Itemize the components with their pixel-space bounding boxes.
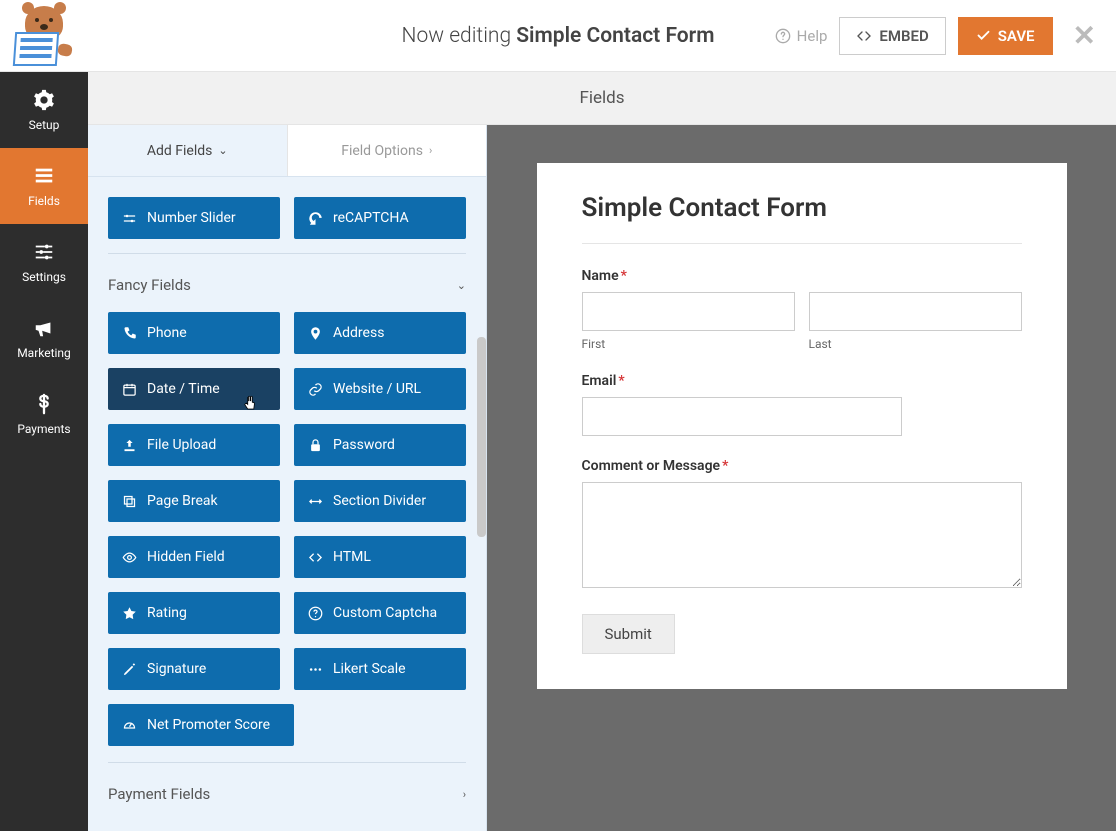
editing-label: Now editing Simple Contact Form [402, 24, 715, 48]
chevron-down-icon: ⌄ [457, 279, 466, 292]
field-recaptcha[interactable]: reCAPTCHA [294, 197, 466, 239]
phone-icon [122, 326, 137, 341]
sliders-icon [33, 241, 55, 263]
divider [582, 243, 1022, 244]
sliders-icon [122, 211, 137, 226]
field-likert-scale[interactable]: Likert Scale [294, 648, 466, 690]
fancy-fields-heading[interactable]: Fancy Fields⌄ [108, 253, 466, 312]
email-field[interactable]: Email* [582, 373, 1022, 436]
last-sublabel: Last [809, 337, 1022, 351]
field-date-time[interactable]: Date / Time [108, 368, 280, 410]
dollar-icon [33, 393, 55, 415]
calendar-icon [122, 382, 137, 397]
field-rating[interactable]: Rating [108, 592, 280, 634]
fields-panel: Add Fields⌄ Field Options› Number Slider… [88, 125, 487, 831]
form-title: Simple Contact Form [582, 193, 1022, 223]
first-sublabel: First [582, 337, 795, 351]
chevron-down-icon: ⌄ [218, 144, 227, 157]
nav-settings[interactable]: Settings [0, 224, 88, 300]
save-button[interactable]: SAVE [958, 17, 1053, 55]
field-signature[interactable]: Signature [108, 648, 280, 690]
chevron-right-icon: › [463, 788, 466, 801]
payment-fields-heading[interactable]: Payment Fields› [108, 762, 466, 821]
help-icon [775, 28, 791, 44]
field-website-url[interactable]: Website / URL [294, 368, 466, 410]
tab-field-options[interactable]: Field Options› [287, 125, 487, 176]
last-name-input[interactable] [809, 292, 1022, 331]
upload-icon [122, 438, 137, 453]
tachometer-icon [122, 718, 137, 733]
form-preview[interactable]: Simple Contact Form Name* First Last [537, 163, 1067, 689]
field-address[interactable]: Address [294, 312, 466, 354]
code-icon [308, 550, 323, 565]
pencil-icon [122, 662, 137, 677]
field-file-upload[interactable]: File Upload [108, 424, 280, 466]
comment-textarea[interactable] [582, 482, 1022, 588]
field-section-divider[interactable]: Section Divider [294, 480, 466, 522]
embed-button[interactable]: EMBED [839, 17, 945, 55]
recaptcha-icon [308, 211, 323, 226]
close-icon[interactable]: ✕ [1073, 19, 1096, 52]
bullhorn-icon [33, 317, 55, 339]
tab-add-fields[interactable]: Add Fields⌄ [88, 125, 287, 176]
email-label: Email* [582, 373, 1022, 389]
section-header: Fields [88, 72, 1116, 125]
top-bar: Now editing Simple Contact Form Help EMB… [0, 0, 1116, 72]
field-page-break[interactable]: Page Break [108, 480, 280, 522]
list-icon [33, 165, 55, 187]
field-phone[interactable]: Phone [108, 312, 280, 354]
comment-label: Comment or Message* [582, 458, 1022, 474]
field-html[interactable]: HTML [294, 536, 466, 578]
field-nps[interactable]: Net Promoter Score [108, 704, 294, 746]
pin-icon [308, 326, 323, 341]
arrows-h-icon [308, 494, 323, 509]
ellipsis-icon [308, 662, 323, 677]
wpforms-logo [10, 6, 78, 66]
name-label: Name* [582, 268, 1022, 284]
help-link[interactable]: Help [775, 27, 828, 45]
preview-area: Simple Contact Form Name* First Last [487, 125, 1116, 831]
field-password[interactable]: Password [294, 424, 466, 466]
nav-payments[interactable]: Payments [0, 376, 88, 452]
code-icon [856, 28, 872, 44]
name-field[interactable]: Name* First Last [582, 268, 1022, 351]
email-input[interactable] [582, 397, 902, 436]
check-icon [976, 28, 991, 43]
chevron-right-icon: › [429, 144, 432, 157]
first-name-input[interactable] [582, 292, 795, 331]
nav-marketing[interactable]: Marketing [0, 300, 88, 376]
gear-icon [33, 89, 55, 111]
question-icon [308, 606, 323, 621]
star-icon [122, 606, 137, 621]
nav-fields[interactable]: Fields [0, 148, 88, 224]
copy-icon [122, 494, 137, 509]
left-nav: Setup Fields Settings Marketing Payments [0, 72, 88, 831]
field-custom-captcha[interactable]: Custom Captcha [294, 592, 466, 634]
comment-field[interactable]: Comment or Message* [582, 458, 1022, 592]
field-hidden[interactable]: Hidden Field [108, 536, 280, 578]
submit-button[interactable]: Submit [582, 614, 675, 654]
eye-icon [122, 550, 137, 565]
lock-icon [308, 438, 323, 453]
link-icon [308, 382, 323, 397]
field-number-slider[interactable]: Number Slider [108, 197, 280, 239]
nav-setup[interactable]: Setup [0, 72, 88, 148]
scrollbar[interactable] [477, 337, 486, 537]
